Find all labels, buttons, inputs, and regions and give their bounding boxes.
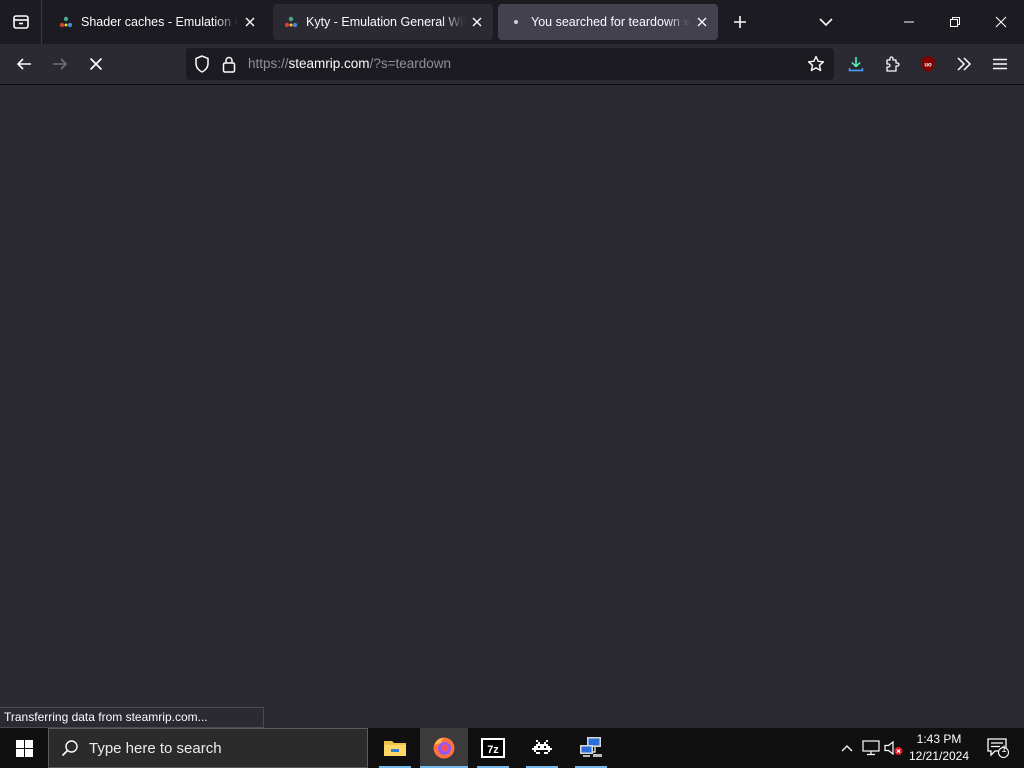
loading-dot-icon — [508, 14, 524, 30]
chevron-down-icon — [819, 18, 833, 27]
page-content-area — [0, 85, 1024, 728]
tab-strip: Shader caches - Emulation General Wiki K… — [0, 0, 1024, 44]
close-tab-icon[interactable] — [465, 10, 489, 34]
taskbar-clock[interactable]: 1:43 PM 12/21/2024 — [904, 728, 974, 768]
search-placeholder: Type here to search — [89, 739, 222, 757]
firefox-icon — [433, 737, 455, 759]
space-invader-icon — [532, 740, 552, 754]
arrow-left-icon — [16, 58, 31, 70]
wired-network-icon — [862, 740, 880, 756]
speaker-muted-icon — [884, 740, 903, 756]
close-tab-icon[interactable] — [238, 10, 262, 34]
stop-loading-button[interactable] — [80, 48, 112, 80]
volume-button[interactable] — [884, 738, 904, 758]
url-scheme: https:// — [248, 56, 289, 71]
folder-icon — [384, 741, 406, 756]
status-panel: Transferring data from steamrip.com... — [0, 707, 264, 728]
url-domain: steamrip.com — [288, 56, 370, 71]
lock-icon[interactable] — [219, 54, 239, 74]
list-all-tabs-button[interactable] — [810, 6, 842, 38]
double-chevron-right-icon — [957, 57, 972, 71]
back-button[interactable] — [8, 48, 40, 80]
app-menu-button[interactable] — [984, 48, 1016, 80]
minimize-icon — [904, 21, 914, 23]
clock-date: 12/21/2024 — [908, 749, 970, 763]
tab-kyty[interactable]: Kyty - Emulation General Wiki — [273, 4, 493, 40]
puzzle-piece-icon — [886, 56, 900, 72]
windows-logo-icon — [15, 739, 33, 757]
clock-time: 1:43 PM — [916, 732, 962, 746]
firefox-view-icon — [12, 15, 29, 29]
close-icon — [995, 16, 1007, 28]
search-icon — [61, 740, 78, 757]
network-computers-icon — [580, 737, 602, 757]
taskbar-search-box[interactable]: Type here to search — [48, 728, 368, 768]
bookmark-star-icon[interactable] — [806, 54, 826, 74]
new-tab-button[interactable] — [724, 6, 756, 38]
wiki-icon — [283, 14, 299, 30]
restore-button[interactable] — [932, 0, 978, 44]
downloads-button[interactable] — [840, 48, 872, 80]
svg-text:7z: 7z — [487, 744, 499, 756]
chevron-up-icon — [841, 745, 853, 752]
ublock-origin-icon: uo — [921, 56, 935, 72]
url-path: /?s=teardown — [369, 56, 451, 71]
minimize-button[interactable] — [886, 0, 932, 44]
network-status-button[interactable] — [861, 738, 881, 758]
firefox-view-button[interactable] — [0, 0, 42, 44]
taskbar-network-app[interactable] — [567, 728, 615, 768]
extensions-button[interactable] — [876, 48, 908, 80]
taskbar-file-explorer[interactable] — [371, 728, 419, 768]
tracking-protection-shield-icon[interactable] — [192, 54, 212, 74]
url-bar[interactable]: https://steamrip.com/?s=teardown — [186, 48, 834, 80]
taskbar-firefox[interactable] — [420, 728, 468, 768]
windows-taskbar: Type here to search 7z 1:43 PM 12/21/202… — [0, 728, 1024, 768]
notification-count-badge: 1 — [1001, 744, 1007, 754]
navigation-toolbar: https://steamrip.com/?s=teardown uo — [0, 44, 1024, 85]
ublock-origin-button[interactable]: uo — [912, 48, 944, 80]
tab-steamrip-search[interactable]: You searched for teardown » SteamRIP — [498, 4, 718, 40]
tab-title: Kyty - Emulation General Wiki — [306, 15, 465, 29]
stop-icon — [89, 57, 103, 71]
taskbar-retroarch[interactable] — [518, 728, 566, 768]
taskbar-7zip[interactable]: 7z — [469, 728, 517, 768]
wiki-icon — [58, 14, 74, 30]
url-text[interactable]: https://steamrip.com/?s=teardown — [248, 48, 451, 80]
tab-title: Shader caches - Emulation General Wiki — [81, 15, 238, 29]
svg-text:uo: uo — [924, 63, 932, 69]
action-center-button[interactable]: 1 — [978, 728, 1018, 768]
more-tools-button[interactable] — [948, 48, 980, 80]
close-tab-icon[interactable] — [690, 10, 714, 34]
download-icon — [848, 57, 864, 72]
tab-shader-caches[interactable]: Shader caches - Emulation General Wiki — [48, 4, 266, 40]
7zip-icon: 7z — [481, 738, 505, 758]
plus-icon — [734, 16, 746, 28]
show-hidden-icons-button[interactable] — [837, 738, 857, 758]
close-window-button[interactable] — [978, 0, 1024, 44]
restore-icon — [950, 17, 960, 27]
forward-button[interactable] — [44, 48, 76, 80]
tab-title: You searched for teardown » SteamRIP — [531, 15, 690, 29]
hamburger-menu-icon — [993, 58, 1007, 70]
arrow-right-icon — [53, 58, 68, 70]
start-button[interactable] — [0, 728, 48, 768]
